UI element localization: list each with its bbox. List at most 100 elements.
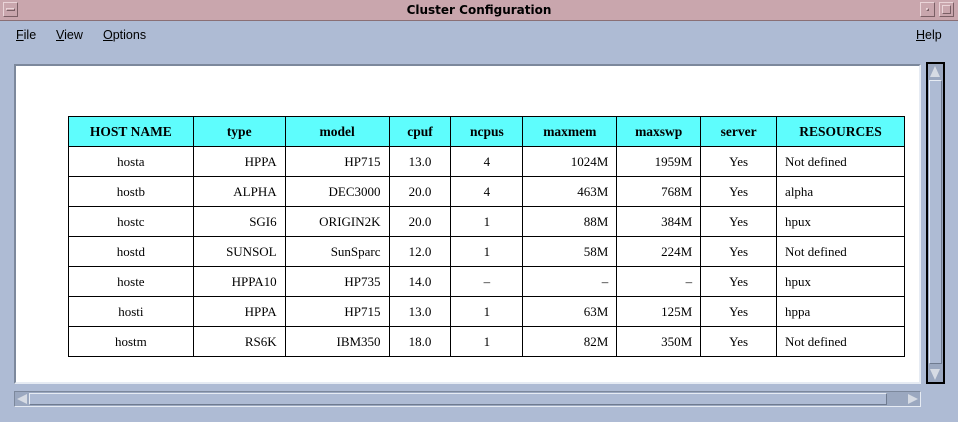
cell-type: SUNSOL <box>192 236 286 267</box>
col-header-model[interactable]: model <box>284 116 390 147</box>
content-area: HOST NAME type model cpuf ncpus maxmem m… <box>14 64 921 384</box>
cell-maxswp: 384M <box>616 206 702 237</box>
cell-host-name: hostc <box>68 206 194 237</box>
menu-file-mnemonic: F <box>16 28 24 42</box>
menu-help-label: elp <box>925 28 942 42</box>
cell-server: Yes <box>700 326 778 357</box>
vertical-scrollbar[interactable] <box>926 62 945 384</box>
cell-cpuf: 20.0 <box>388 206 452 237</box>
cell-cpuf: 13.0 <box>388 146 452 177</box>
cell-resources: alpha <box>776 176 905 207</box>
col-header-cpuf[interactable]: cpuf <box>388 116 452 147</box>
cell-server: Yes <box>700 206 778 237</box>
cell-ncpus: 1 <box>450 326 524 357</box>
cell-maxswp: 350M <box>616 326 702 357</box>
menu-view[interactable]: View <box>56 28 83 42</box>
table-row[interactable]: hostb ALPHA DEC3000 20.0 4 463M 768M Yes… <box>68 176 905 207</box>
cell-host-name: hoste <box>68 266 194 297</box>
cell-type: HPPA <box>192 296 286 327</box>
cell-host-name: hosti <box>68 296 194 327</box>
col-header-resources[interactable]: RESOURCES <box>776 116 905 147</box>
col-header-maxswp[interactable]: maxswp <box>616 116 702 147</box>
cell-ncpus: 1 <box>450 296 524 327</box>
cell-maxmem: – <box>522 266 618 297</box>
cell-cpuf: 14.0 <box>388 266 452 297</box>
table-row[interactable]: hostc SGI6 ORIGIN2K 20.0 1 88M 384M Yes … <box>68 206 905 237</box>
col-header-host-name[interactable]: HOST NAME <box>68 116 194 147</box>
horizontal-scroll-thumb[interactable] <box>29 393 887 405</box>
cell-cpuf: 20.0 <box>388 176 452 207</box>
cell-cpuf: 13.0 <box>388 296 452 327</box>
menu-file[interactable]: File <box>16 28 36 42</box>
cell-model: ORIGIN2K <box>284 206 390 237</box>
scroll-right-arrow-icon[interactable] <box>908 394 918 404</box>
cell-maxswp: 224M <box>616 236 702 267</box>
cell-type: HPPA <box>192 146 286 177</box>
menu-view-mnemonic: V <box>56 28 65 42</box>
maximize-button[interactable] <box>939 2 954 17</box>
menu-file-label: ile <box>23 28 37 42</box>
minimize-icon <box>926 8 929 11</box>
cell-maxmem: 82M <box>522 326 618 357</box>
table-row[interactable]: hosta HPPA HP715 13.0 4 1024M 1959M Yes … <box>68 146 905 177</box>
menu-options-mnemonic: O <box>103 28 113 42</box>
menu-options-label: ptions <box>112 28 147 42</box>
cell-cpuf: 18.0 <box>388 326 452 357</box>
minimize-button[interactable] <box>920 2 935 17</box>
cell-resources: Not defined <box>776 146 905 177</box>
title-bar[interactable]: Cluster Configuration <box>0 0 958 21</box>
cell-model: HP715 <box>284 296 390 327</box>
cell-maxmem: 58M <box>522 236 618 267</box>
cell-server: Yes <box>700 146 778 177</box>
window-title: Cluster Configuration <box>406 3 552 17</box>
table-row[interactable]: hostd SUNSOL SunSparc 12.0 1 58M 224M Ye… <box>68 236 905 267</box>
cell-server: Yes <box>700 266 778 297</box>
cell-type: SGI6 <box>192 206 286 237</box>
cell-type: HPPA10 <box>192 266 286 297</box>
cell-maxmem: 88M <box>522 206 618 237</box>
cell-maxswp: 125M <box>616 296 702 327</box>
scroll-left-arrow-icon[interactable] <box>17 394 27 404</box>
cell-host-name: hosta <box>68 146 194 177</box>
table-row[interactable]: hostm RS6K IBM350 18.0 1 82M 350M Yes No… <box>68 326 905 357</box>
horizontal-scrollbar[interactable] <box>14 391 921 407</box>
table-row[interactable]: hoste HPPA10 HP735 14.0 – – – Yes hpux <box>68 266 905 297</box>
cell-type: ALPHA <box>192 176 286 207</box>
table-row[interactable]: hosti HPPA HP715 13.0 1 63M 125M Yes hpp… <box>68 296 905 327</box>
vertical-scroll-thumb[interactable] <box>929 80 942 364</box>
cell-resources: hpux <box>776 266 905 297</box>
col-header-server[interactable]: server <box>700 116 778 147</box>
scroll-down-arrow-icon[interactable] <box>930 369 940 380</box>
cell-host-name: hostd <box>68 236 194 267</box>
cell-model: HP735 <box>284 266 390 297</box>
cell-model: DEC3000 <box>284 176 390 207</box>
cell-cpuf: 12.0 <box>388 236 452 267</box>
cell-resources: Not defined <box>776 326 905 357</box>
cell-model: HP715 <box>284 146 390 177</box>
cluster-table: HOST NAME type model cpuf ncpus maxmem m… <box>68 116 905 357</box>
cell-maxswp: – <box>616 266 702 297</box>
cell-host-name: hostm <box>68 326 194 357</box>
cell-server: Yes <box>700 236 778 267</box>
cell-maxmem: 1024M <box>522 146 618 177</box>
menu-options[interactable]: Options <box>103 28 146 42</box>
col-header-type[interactable]: type <box>192 116 286 147</box>
cell-server: Yes <box>700 296 778 327</box>
cell-maxswp: 1959M <box>616 146 702 177</box>
cell-maxmem: 63M <box>522 296 618 327</box>
menu-help[interactable]: Help <box>916 28 942 42</box>
cell-maxswp: 768M <box>616 176 702 207</box>
menu-help-mnemonic: H <box>916 28 926 42</box>
cell-type: RS6K <box>192 326 286 357</box>
col-header-ncpus[interactable]: ncpus <box>450 116 524 147</box>
cell-ncpus: 1 <box>450 206 524 237</box>
scroll-up-arrow-icon[interactable] <box>930 66 940 77</box>
cell-host-name: hostb <box>68 176 194 207</box>
col-header-maxmem[interactable]: maxmem <box>522 116 618 147</box>
cell-model: SunSparc <box>284 236 390 267</box>
menu-bar: File View Options Help <box>0 21 958 49</box>
cell-resources: Not defined <box>776 236 905 267</box>
cell-resources: hppa <box>776 296 905 327</box>
cell-maxmem: 463M <box>522 176 618 207</box>
cell-server: Yes <box>700 176 778 207</box>
